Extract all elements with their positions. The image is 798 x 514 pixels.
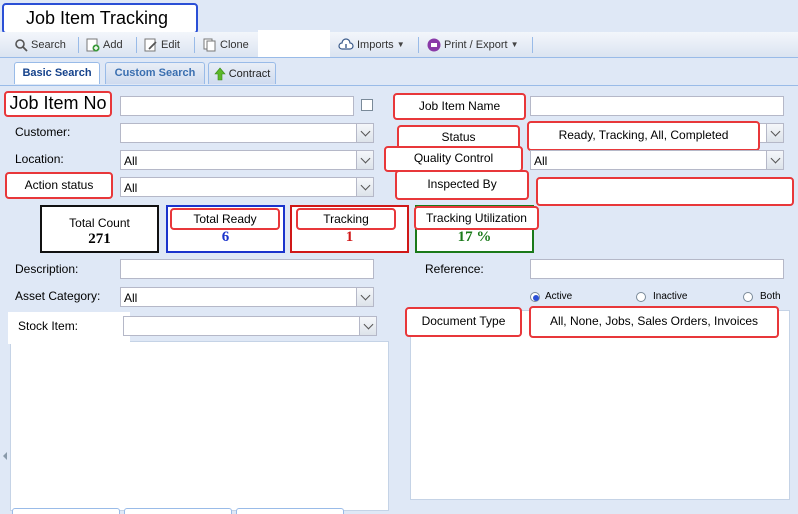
tab-contract-label: Contract	[228, 67, 271, 80]
job-item-no-label: Job Item No	[4, 91, 112, 117]
toolbar-divider	[532, 37, 533, 53]
add-icon	[86, 38, 100, 52]
add-label: Add	[103, 39, 123, 51]
quality-control-label: Quality Control	[384, 146, 523, 172]
stock-item-select[interactable]	[123, 316, 377, 336]
inactive-radio[interactable]	[636, 292, 646, 302]
job-item-name-label: Job Item Name	[393, 93, 526, 120]
inspected-by-label: Inspected By	[395, 170, 529, 200]
total-ready-value: 6	[221, 229, 230, 245]
status-value: Ready, Tracking, All, Completed	[527, 121, 760, 151]
inspected-by-input[interactable]	[536, 177, 794, 206]
cloud-upload-icon	[338, 38, 354, 50]
bottom-tab-3[interactable]	[236, 508, 344, 514]
toolbar-divider	[136, 37, 137, 53]
stock-item-label: Stock Item:	[18, 319, 79, 333]
action-status-select[interactable]: All	[120, 177, 374, 197]
clone-button[interactable]: Clone	[203, 36, 249, 54]
asset-category-label: Asset Category:	[15, 289, 101, 303]
chevron-down-icon	[356, 178, 373, 196]
both-radio-label: Both	[760, 291, 781, 302]
tracking-utilization-value: 17 %	[457, 229, 492, 245]
job-item-no-checkbox[interactable]	[361, 99, 373, 111]
tab-basic-search[interactable]: Basic Search	[14, 62, 100, 84]
total-count-value: 271	[88, 231, 111, 247]
chevron-down-icon	[356, 124, 373, 142]
toolbar-divider	[194, 37, 195, 53]
document-type-label: Document Type	[405, 307, 522, 337]
document-type-value: All, None, Jobs, Sales Orders, Invoices	[529, 306, 779, 338]
imports-button[interactable]: Imports ▼	[338, 36, 405, 54]
job-item-name-input[interactable]	[530, 96, 784, 116]
both-radio[interactable]	[743, 292, 753, 302]
total-ready-label: Total Ready	[170, 208, 280, 230]
document-type-panel	[410, 310, 790, 500]
toolbar-divider	[418, 37, 419, 53]
dropdown-arrow-icon: ▼	[510, 40, 519, 49]
edit-button[interactable]: Edit	[144, 36, 180, 54]
chevron-down-icon	[356, 288, 373, 306]
description-label: Description:	[15, 262, 79, 276]
chevron-down-icon	[766, 124, 783, 142]
tab-contract[interactable]: Contract	[208, 62, 276, 84]
total-count-card: Total Count 271	[40, 205, 159, 253]
add-button[interactable]: Add	[86, 36, 123, 54]
asset-category-value: All	[124, 291, 138, 305]
collapse-handle-icon[interactable]	[3, 452, 7, 460]
print-export-button[interactable]: Print / Export ▼	[427, 36, 519, 54]
tracking-utilization-label: Tracking Utilization	[414, 206, 539, 230]
edit-label: Edit	[161, 39, 180, 51]
location-select[interactable]: All	[120, 150, 374, 170]
reference-input[interactable]	[530, 259, 784, 279]
toolbar-divider	[78, 37, 79, 53]
active-radio[interactable]	[530, 292, 540, 302]
print-icon	[427, 38, 441, 52]
up-arrow-icon	[214, 67, 226, 80]
imports-label: Imports	[357, 39, 394, 51]
tracking-label: Tracking	[296, 208, 396, 230]
chevron-down-icon	[766, 151, 783, 169]
dropdown-arrow-icon: ▼	[396, 40, 405, 49]
edit-icon	[144, 38, 157, 52]
quality-control-select[interactable]: All	[530, 150, 784, 170]
customer-label: Customer:	[15, 125, 71, 139]
search-icon	[15, 39, 28, 52]
chevron-down-icon	[359, 317, 376, 335]
bottom-tab-1[interactable]	[12, 508, 120, 514]
action-status-value: All	[124, 181, 138, 195]
quality-control-value: All	[534, 154, 548, 168]
customer-select[interactable]	[120, 123, 374, 143]
bottom-tab-2[interactable]	[124, 508, 232, 514]
print-export-label: Print / Export	[444, 39, 508, 51]
inactive-radio-label: Inactive	[653, 291, 688, 302]
clone-icon	[203, 38, 216, 52]
search-label: Search	[31, 39, 66, 51]
active-radio-label: Active	[545, 291, 573, 302]
blank-overlay	[258, 30, 330, 57]
reference-label: Reference:	[425, 262, 484, 276]
description-input[interactable]	[120, 259, 374, 279]
asset-category-select[interactable]: All	[120, 287, 374, 307]
job-item-no-input[interactable]	[120, 96, 354, 116]
tab-custom-search[interactable]: Custom Search	[105, 62, 205, 84]
page-title: Job Item Tracking	[2, 3, 198, 34]
chevron-down-icon	[356, 151, 373, 169]
location-label: Location:	[15, 152, 64, 166]
location-value: All	[124, 154, 138, 168]
clone-label: Clone	[220, 39, 249, 51]
action-status-label: Action status	[5, 172, 113, 199]
stock-item-list-panel	[10, 341, 389, 511]
total-count-label: Total Count	[69, 216, 130, 230]
tracking-value: 1	[345, 229, 354, 245]
search-button[interactable]: Search	[14, 36, 66, 54]
